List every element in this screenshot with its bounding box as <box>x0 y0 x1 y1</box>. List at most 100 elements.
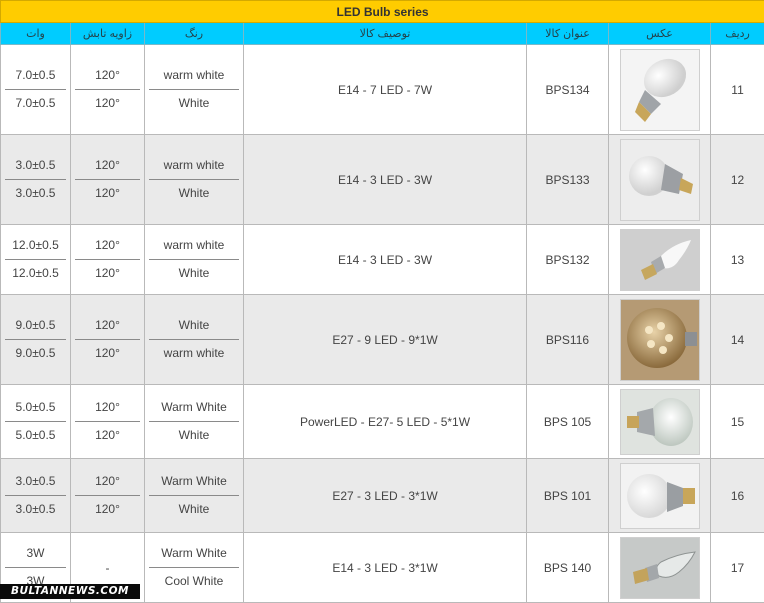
color-value: Warm White <box>145 394 243 421</box>
code-cell: BPS116 <box>527 295 609 385</box>
image-cell <box>609 45 711 135</box>
code-cell: BPS133 <box>527 135 609 225</box>
code-cell: BPS 140 <box>527 533 609 603</box>
angle-value: 120° <box>71 180 144 207</box>
angle-value: 120° <box>71 496 144 523</box>
code-cell: BPS134 <box>527 45 609 135</box>
watt-cell: 3.0±0.53.0±0.5 <box>1 135 71 225</box>
code-cell: BPS 101 <box>527 459 609 533</box>
table-row: 9.0±0.59.0±0.5 120°120° Whitewarm white … <box>1 295 764 385</box>
code-cell: BPS 105 <box>527 385 609 459</box>
watermark-logo: BULTANNEWS.COM <box>0 584 140 599</box>
description-cell: E14 - 3 LED - 3*1W <box>244 533 527 603</box>
description-cell: E14 - 7 LED - 7W <box>244 45 527 135</box>
table-header-row: وات زاویه تابش رنگ توصیف کالا عنوان کالا… <box>1 23 764 45</box>
color-value: White <box>145 422 243 449</box>
watt-cell: 9.0±0.59.0±0.5 <box>1 295 71 385</box>
watt-value: 5.0±0.5 <box>1 422 70 449</box>
angle-cell: 120°120° <box>71 135 145 225</box>
color-value: White <box>145 312 243 339</box>
color-cell: Warm WhiteWhite <box>145 459 244 533</box>
color-cell: Whitewarm white <box>145 295 244 385</box>
angle-value: 120° <box>71 422 144 449</box>
led-bulb-e27-photo <box>620 49 700 131</box>
table-row: 5.0±0.55.0±0.5 120°120° Warm WhiteWhite … <box>1 385 764 459</box>
color-value: warm white <box>145 232 243 259</box>
color-cell: Warm WhiteCool White <box>145 533 244 603</box>
watt-value: 7.0±0.5 <box>1 62 70 89</box>
watt-value: 3.0±0.5 <box>1 180 70 207</box>
watt-value: 12.0±0.5 <box>1 232 70 259</box>
angle-value: 120° <box>71 152 144 179</box>
watt-value: 12.0±0.5 <box>1 260 70 287</box>
watt-cell: 12.0±0.512.0±0.5 <box>1 225 71 295</box>
watt-value: 3W <box>1 540 70 567</box>
watt-cell: 3.0±0.53.0±0.5 <box>1 459 71 533</box>
image-cell <box>609 459 711 533</box>
angle-cell: 120°120° <box>71 45 145 135</box>
led-candle-bulb-photo <box>620 229 700 291</box>
color-value: Warm White <box>145 540 243 567</box>
angle-cell: 120°120° <box>71 295 145 385</box>
image-cell <box>609 533 711 603</box>
header-color: رنگ <box>145 23 244 45</box>
row-number: 17 <box>711 533 764 603</box>
header-watt: وات <box>1 23 71 45</box>
table-row: 12.0±0.512.0±0.5 120°120° warm whiteWhit… <box>1 225 764 295</box>
color-value: Warm White <box>145 468 243 495</box>
row-number: 15 <box>711 385 764 459</box>
row-number: 11 <box>711 45 764 135</box>
led-bulb-e27-photo <box>620 463 700 529</box>
angle-value: 120° <box>71 394 144 421</box>
description-cell: E27 - 9 LED - 9*1W <box>244 295 527 385</box>
image-cell <box>609 135 711 225</box>
color-cell: warm whiteWhite <box>145 225 244 295</box>
color-cell: warm whiteWhite <box>145 135 244 225</box>
table-row: 3.0±0.53.0±0.5 120°120° warm whiteWhite … <box>1 135 764 225</box>
table-title-row: LED Bulb series <box>1 1 764 23</box>
angle-value: 120° <box>71 312 144 339</box>
header-row: ردیف <box>711 23 764 45</box>
watt-value: 9.0±0.5 <box>1 340 70 367</box>
watt-cell: 7.0±0.57.0±0.5 <box>1 45 71 135</box>
code-cell: BPS132 <box>527 225 609 295</box>
description-cell: E14 - 3 LED - 3W <box>244 135 527 225</box>
watt-cell: 5.0±0.55.0±0.5 <box>1 385 71 459</box>
angle-value: 120° <box>71 260 144 287</box>
row-number: 13 <box>711 225 764 295</box>
angle-value: 120° <box>71 468 144 495</box>
row-number: 16 <box>711 459 764 533</box>
angle-value: 120° <box>71 90 144 117</box>
watt-value: 3.0±0.5 <box>1 468 70 495</box>
image-cell <box>609 225 711 295</box>
color-value: warm white <box>145 152 243 179</box>
header-code: عنوان کالا <box>527 23 609 45</box>
angle-cell: 120°120° <box>71 225 145 295</box>
description-cell: E14 - 3 LED - 3W <box>244 225 527 295</box>
led-bulb-e14-photo <box>620 139 700 221</box>
header-description: توصیف کالا <box>244 23 527 45</box>
color-value: White <box>145 496 243 523</box>
led-candle-clear-photo <box>620 537 700 599</box>
color-value: warm white <box>145 340 243 367</box>
color-value: White <box>145 180 243 207</box>
description-cell: E27 - 3 LED - 3*1W <box>244 459 527 533</box>
header-angle: زاویه تابش <box>71 23 145 45</box>
watt-value: 3.0±0.5 <box>1 152 70 179</box>
led-bulb-table: LED Bulb series وات زاویه تابش رنگ توصیف… <box>0 0 764 603</box>
led-globe-bulb-photo <box>620 299 700 381</box>
color-cell: Warm WhiteWhite <box>145 385 244 459</box>
table-row: 7.0±0.57.0±0.5 120°120° warm whiteWhite … <box>1 45 764 135</box>
image-cell <box>609 385 711 459</box>
table-row: 3.0±0.53.0±0.5 120°120° Warm WhiteWhite … <box>1 459 764 533</box>
image-cell <box>609 295 711 385</box>
description-cell: PowerLED - E27- 5 LED - 5*1W <box>244 385 527 459</box>
row-number: 12 <box>711 135 764 225</box>
color-value: White <box>145 260 243 287</box>
angle-cell: 120°120° <box>71 459 145 533</box>
angle-cell: 120°120° <box>71 385 145 459</box>
power-led-bulb-photo <box>620 389 700 455</box>
table-title: LED Bulb series <box>1 1 764 23</box>
angle-value: 120° <box>71 62 144 89</box>
color-value: Cool White <box>145 568 243 595</box>
